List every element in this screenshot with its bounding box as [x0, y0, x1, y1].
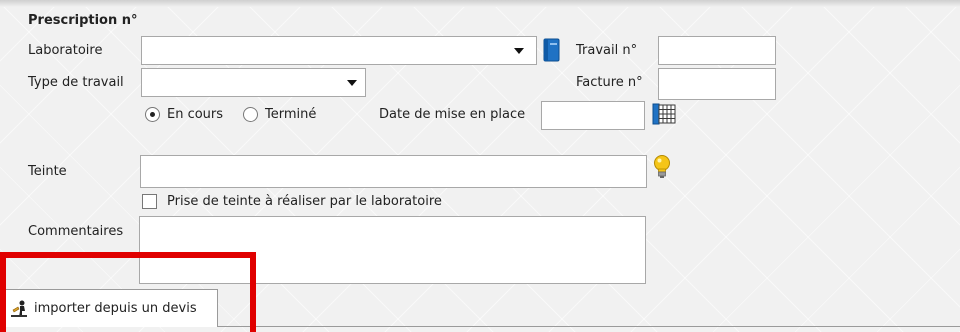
lightbulb-icon[interactable]	[653, 154, 671, 180]
laboratoire-select[interactable]	[141, 36, 537, 65]
highlight-box	[0, 252, 256, 332]
radio-selected-dot	[150, 112, 155, 117]
teinte-label: Teinte	[28, 164, 67, 179]
status-en-cours-radio[interactable]	[145, 107, 160, 122]
teinte-input[interactable]	[140, 155, 647, 188]
status-termine-label: Terminé	[265, 107, 317, 122]
commentaires-label: Commentaires	[28, 224, 124, 239]
travail-num-label: Travail n°	[576, 43, 638, 58]
travail-num-input[interactable]	[658, 36, 776, 65]
prise-de-teinte-label: Prise de teinte à réaliser par le labora…	[167, 194, 442, 209]
facture-num-input[interactable]	[658, 68, 776, 100]
date-mise-en-place-label: Date de mise en place	[379, 107, 526, 122]
calendar-icon[interactable]	[652, 102, 676, 126]
type-travail-label: Type de travail	[28, 75, 124, 90]
book-icon[interactable]	[542, 38, 560, 62]
form-title: Prescription n°	[28, 13, 138, 28]
type-travail-select[interactable]	[141, 68, 366, 97]
laboratoire-dropdown-arrow-icon[interactable]	[514, 48, 524, 54]
laboratoire-label: Laboratoire	[28, 43, 103, 58]
top-shadow	[0, 0, 960, 7]
status-en-cours-label: En cours	[167, 107, 224, 122]
date-mise-en-place-input[interactable]	[541, 101, 645, 130]
facture-num-label: Facture n°	[576, 75, 643, 90]
type-travail-dropdown-arrow-icon[interactable]	[347, 80, 357, 86]
status-termine-radio[interactable]	[243, 107, 258, 122]
prise-de-teinte-checkbox[interactable]	[142, 194, 157, 209]
